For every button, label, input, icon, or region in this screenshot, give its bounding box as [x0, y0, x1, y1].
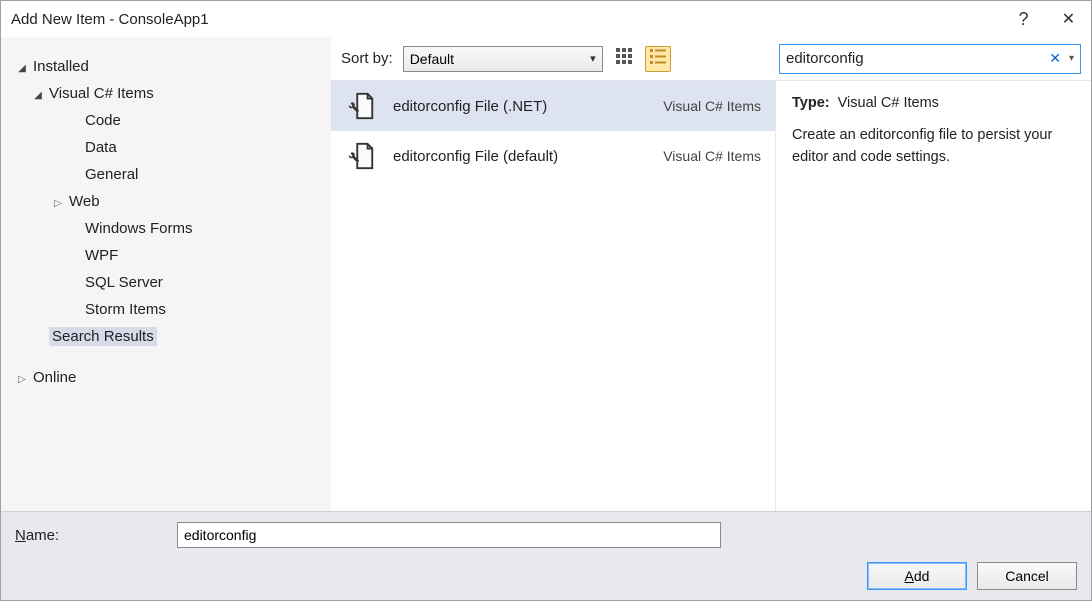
list-view-button[interactable]: [645, 46, 671, 72]
add-button[interactable]: Add: [867, 562, 967, 590]
chevron-down-icon: [15, 60, 29, 74]
window-title: Add New Item - ConsoleApp1: [11, 11, 209, 28]
chevron-down-icon: [31, 87, 45, 101]
button-row: Add Cancel: [15, 562, 1077, 590]
template-category: Visual C# Items: [663, 98, 761, 114]
clear-search-button[interactable]: ✕: [1047, 50, 1063, 67]
tree-wpf[interactable]: WPF: [1, 242, 331, 269]
tree-code[interactable]: Code: [1, 107, 331, 134]
detail-type-row: Type: Visual C# Items: [792, 95, 1075, 111]
list-icon: [649, 47, 667, 70]
chevron-down-icon: ▾: [590, 52, 596, 65]
sort-by-value: Default: [410, 51, 454, 67]
tiles-icon: [615, 47, 633, 70]
close-button[interactable]: ✕: [1046, 1, 1091, 37]
bottom-bar: Name: Add Cancel: [1, 512, 1091, 600]
name-row: Name:: [15, 522, 1077, 548]
detail-pane: Type: Visual C# Items Create an editorco…: [776, 81, 1091, 511]
sort-by-label: Sort by:: [341, 50, 393, 67]
tree-online[interactable]: Online: [1, 364, 331, 391]
tree-search-results[interactable]: Search Results: [1, 323, 331, 350]
template-item-editorconfig-default[interactable]: editorconfig File (default) Visual C# It…: [331, 131, 775, 181]
toolbar-row: Sort by: Default ▾: [331, 37, 1091, 81]
detail-type-value: Visual C# Items: [838, 95, 939, 111]
detail-description: Create an editorconfig file to persist y…: [792, 125, 1075, 169]
help-button[interactable]: ?: [1001, 1, 1046, 37]
tree-sql-server[interactable]: SQL Server: [1, 269, 331, 296]
tree-label: General: [85, 166, 138, 183]
tree-label: Storm Items: [85, 301, 166, 318]
tree-label: Search Results: [49, 327, 157, 346]
tree-web[interactable]: Web: [1, 188, 331, 215]
tree-label: SQL Server: [85, 274, 163, 291]
tree-label: WPF: [85, 247, 118, 264]
file-wrench-icon: [345, 90, 377, 122]
tree-label: Web: [69, 193, 100, 210]
search-dropdown-button[interactable]: ▾: [1069, 53, 1074, 64]
detail-type-label: Type:: [792, 95, 830, 111]
chevron-right-icon: [15, 371, 29, 385]
tree-label: Windows Forms: [85, 220, 193, 237]
name-input[interactable]: [177, 522, 721, 548]
cancel-button[interactable]: Cancel: [977, 562, 1077, 590]
tree-label: Online: [33, 369, 76, 386]
template-area: Sort by: Default ▾: [331, 37, 1091, 511]
tree-general[interactable]: General: [1, 161, 331, 188]
tree-installed[interactable]: Installed: [1, 53, 331, 80]
dialog-window: Add New Item - ConsoleApp1 ? ✕ Installed…: [0, 0, 1092, 601]
template-list: editorconfig File (.NET) Visual C# Items…: [331, 81, 776, 511]
name-label: Name:: [15, 527, 165, 544]
tiles-view-button[interactable]: [611, 46, 637, 72]
template-item-editorconfig-net[interactable]: editorconfig File (.NET) Visual C# Items: [331, 81, 775, 131]
template-label: editorconfig File (default): [393, 148, 647, 165]
search-input[interactable]: [786, 50, 1041, 67]
tree-data[interactable]: Data: [1, 134, 331, 161]
list-detail-area: editorconfig File (.NET) Visual C# Items…: [331, 81, 1091, 511]
tree-label: Code: [85, 112, 121, 129]
titlebar: Add New Item - ConsoleApp1 ? ✕: [1, 1, 1091, 37]
tree-storm-items[interactable]: Storm Items: [1, 296, 331, 323]
search-box[interactable]: ✕ ▾: [779, 44, 1081, 74]
chevron-right-icon: [51, 195, 65, 209]
tree-label: Installed: [33, 58, 89, 75]
file-wrench-icon: [345, 140, 377, 172]
template-label: editorconfig File (.NET): [393, 98, 647, 115]
tree-label: Data: [85, 139, 117, 156]
template-category: Visual C# Items: [663, 148, 761, 164]
sort-by-dropdown[interactable]: Default ▾: [403, 46, 603, 72]
tree-label: Visual C# Items: [49, 85, 154, 102]
tree-visual-csharp-items[interactable]: Visual C# Items: [1, 80, 331, 107]
content-area: Installed Visual C# Items Code Data Gene…: [1, 37, 1091, 512]
category-tree: Installed Visual C# Items Code Data Gene…: [1, 37, 331, 511]
tree-windows-forms[interactable]: Windows Forms: [1, 215, 331, 242]
